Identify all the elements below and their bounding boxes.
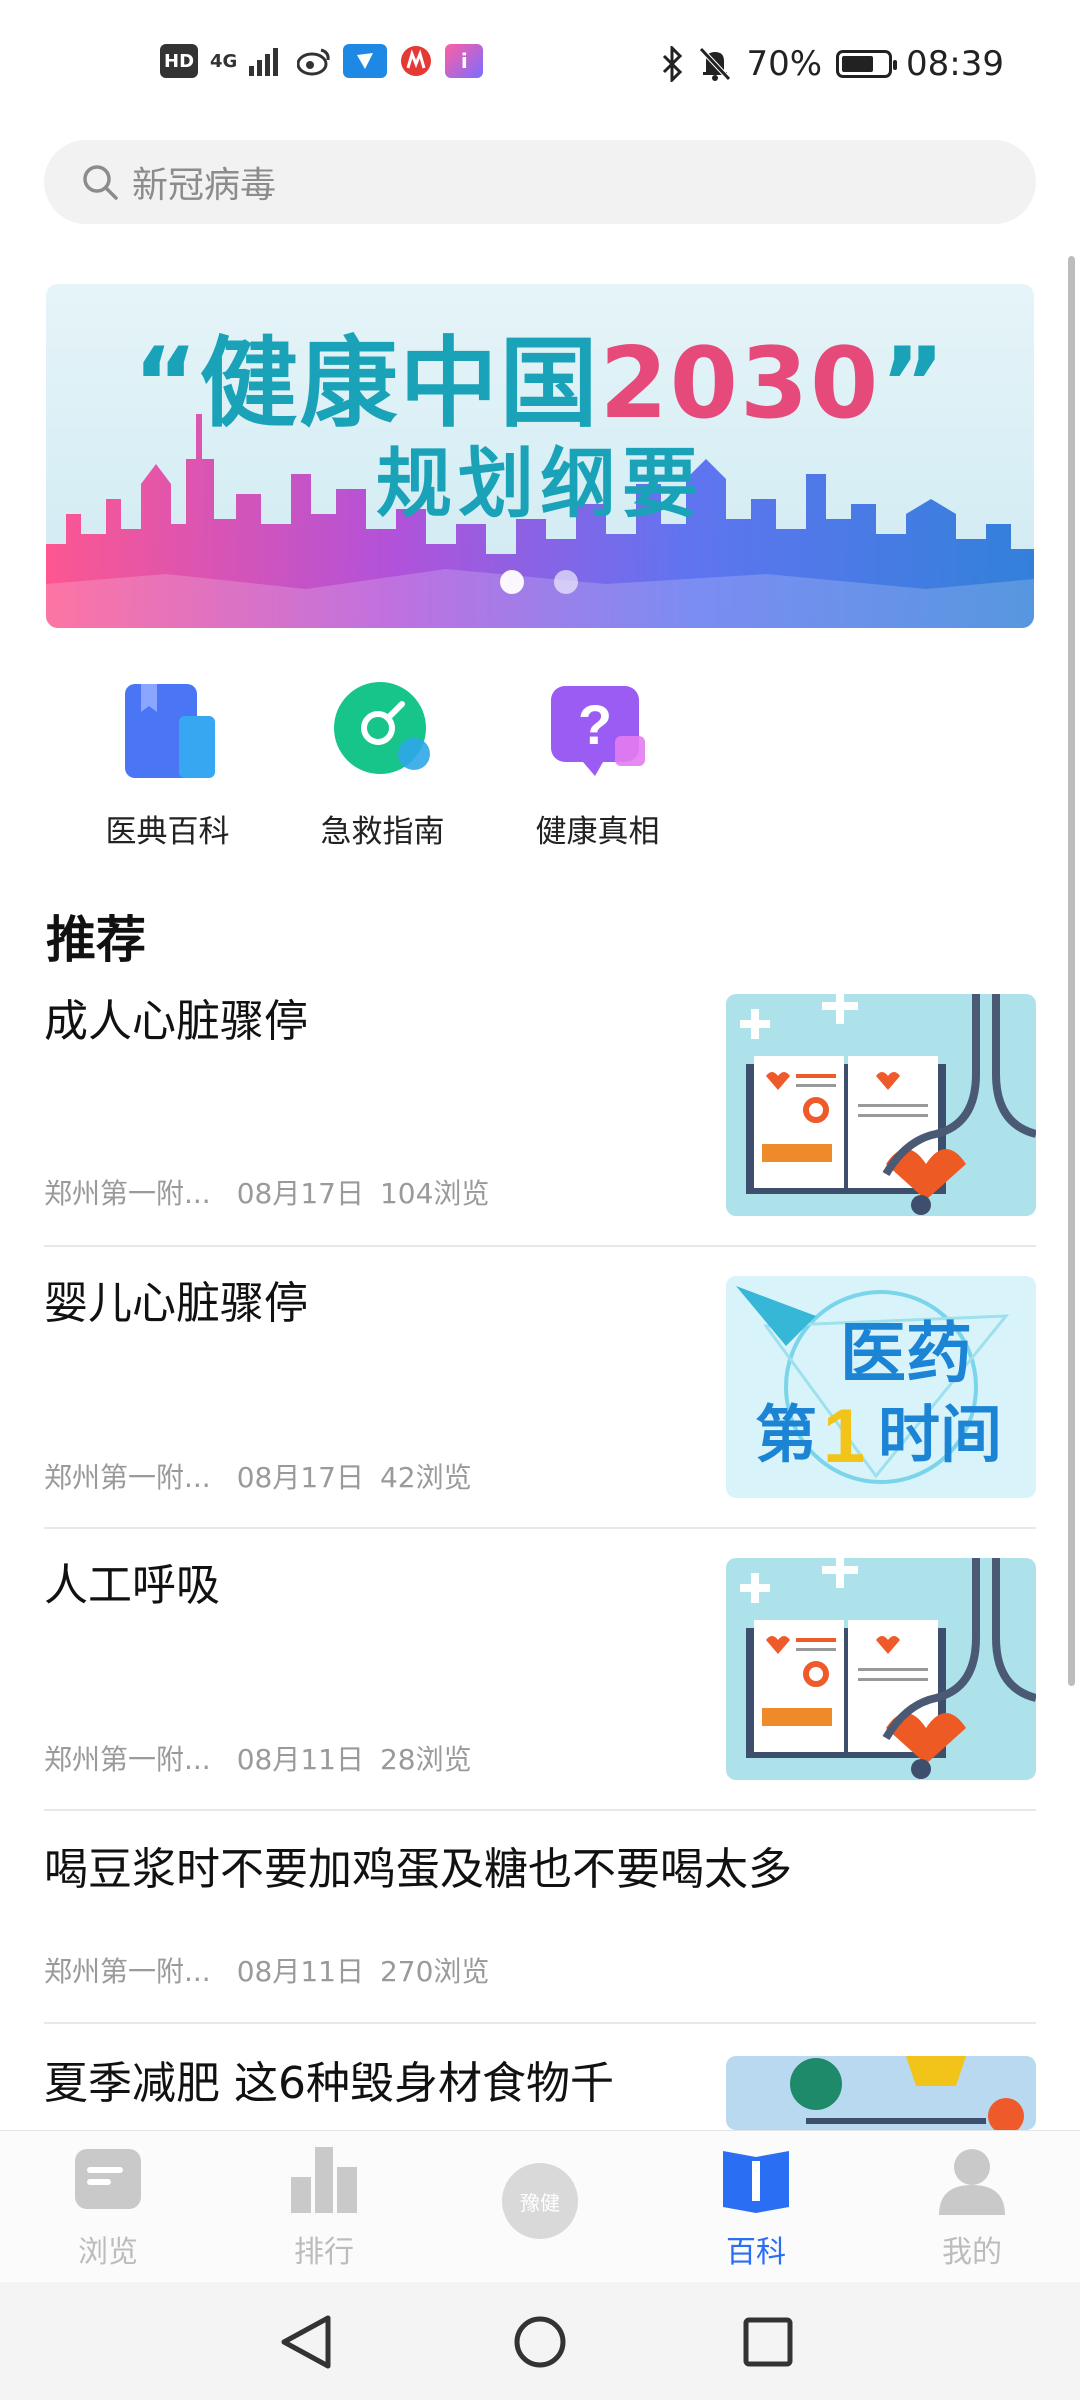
article-source: 郑州第一附... — [44, 1955, 211, 1988]
first-aid-icon — [333, 682, 430, 774]
quick-action-label: 健康真相 — [535, 814, 660, 850]
divider — [44, 1809, 1036, 1811]
article-meta: 郑州第一附... 08月17日 42浏览 — [44, 1456, 472, 1496]
nav-label: 浏览 — [78, 2235, 138, 2270]
section-title: 推荐 — [46, 911, 146, 969]
article-item[interactable]: 婴儿心脏骤停 郑州第一附... 08月17日 42浏览 医药 第 1 时间 — [44, 1276, 1036, 1498]
medical-book-thumb — [726, 1558, 1036, 1780]
status-right: 70% 08:39 — [660, 44, 1004, 84]
clock: 08:39 — [906, 44, 1004, 84]
network-4g-icon: 4G — [210, 50, 238, 72]
center-logo-icon: 豫健 — [502, 2163, 578, 2239]
article-item[interactable]: 成人心脏骤停 郑州第一附... 08月17日 104浏览 — [44, 994, 1036, 1216]
article-title: 喝豆浆时不要加鸡蛋及糖也不要喝太多 — [44, 1844, 792, 1895]
search-placeholder: 新冠病毒 — [132, 165, 277, 206]
app-icon-i: i — [445, 44, 484, 78]
article-date: 08月11日 — [236, 1955, 364, 1988]
carousel-dot[interactable] — [554, 570, 578, 594]
article-title: 夏季减肥 这6种毁身材食物千 — [44, 2058, 614, 2109]
book-icon — [124, 684, 215, 778]
battery-icon — [836, 50, 898, 78]
article-title: 婴儿心脏骤停 — [44, 1278, 308, 1329]
search-bar[interactable]: 新冠病毒 — [44, 140, 1036, 224]
article-title: 成人心脏骤停 — [44, 996, 308, 1047]
home-icon[interactable] — [502, 2304, 578, 2380]
article-views: 28浏览 — [379, 1743, 472, 1776]
status-bar: HD 4G i 70% 08:39 — [0, 0, 1080, 130]
bottom-nav: 浏览 排行 豫健 百科 我的 — [0, 2130, 1080, 2281]
nav-item-profile[interactable]: 我的 — [902, 2143, 1042, 2271]
article-item[interactable]: 喝豆浆时不要加鸡蛋及糖也不要喝太多 郑州第一附... 08月11日 270浏览 — [44, 1842, 1036, 1988]
recents-icon[interactable] — [730, 2304, 806, 2380]
bluetooth-icon — [663, 46, 683, 82]
search-icon — [83, 165, 118, 200]
carousel-dots — [500, 570, 578, 594]
article-item[interactable]: 人工呼吸 郑州第一附... 08月11日 28浏览 — [44, 1558, 1036, 1780]
question-icon: ? — [550, 686, 645, 776]
article-meta: 郑州第一附... 08月17日 104浏览 — [44, 1172, 489, 1212]
article-date: 08月17日 — [236, 1177, 364, 1210]
status-left-icons: HD 4G i — [160, 44, 484, 78]
quick-action-label: 急救指南 — [320, 814, 445, 850]
svg-text:医药: 医药 — [840, 1315, 972, 1392]
quick-action-first-aid[interactable]: 急救指南 — [275, 676, 490, 851]
divider — [44, 1245, 1036, 1247]
nav-label: 排行 — [294, 2235, 354, 2270]
quick-actions: 医典百科 急救指南 ? 健康真相 — [60, 676, 705, 851]
profile-icon — [939, 2149, 1005, 2215]
mute-bell-icon — [699, 47, 732, 81]
nav-label: 我的 — [942, 2235, 1002, 2270]
quick-action-encyclopedia[interactable]: 医典百科 — [60, 676, 275, 851]
article-meta: 郑州第一附... 08月11日 28浏览 — [44, 1738, 472, 1778]
browse-icon — [75, 2149, 141, 2209]
article-views: 42浏览 — [379, 1461, 472, 1494]
nav-item-ranking[interactable]: 排行 — [254, 2143, 394, 2271]
divider — [44, 1527, 1036, 1529]
encyclopedia-icon — [723, 2151, 789, 2213]
svg-text:时间: 时间 — [878, 1398, 1002, 1471]
yiyao-thumb: 医药 第 1 时间 — [726, 1276, 1036, 1498]
food-thumb — [726, 2056, 1036, 2130]
back-icon[interactable] — [270, 2304, 346, 2380]
divider — [44, 2022, 1036, 2024]
battery-percent: 70% — [746, 44, 823, 84]
ranking-icon — [291, 2147, 357, 2213]
article-views: 270浏览 — [379, 1955, 490, 1988]
nav-item-browse[interactable]: 浏览 — [38, 2143, 178, 2271]
quick-action-label: 医典百科 — [105, 814, 230, 850]
article-source: 郑州第一附... — [44, 1743, 211, 1776]
scroll-indicator[interactable] — [1068, 256, 1075, 1686]
weibo-icon — [297, 48, 330, 76]
svg-text:?: ? — [577, 693, 611, 756]
article-views: 104浏览 — [379, 1177, 490, 1210]
hd-icon: HD — [160, 44, 199, 78]
nav-item-center[interactable]: 豫健 — [470, 2143, 610, 2239]
article-date: 08月17日 — [236, 1461, 364, 1494]
metro-icon — [401, 46, 432, 76]
article-item[interactable]: 夏季减肥 这6种毁身材食物千 — [44, 2056, 1036, 2130]
svg-text:第: 第 — [755, 1398, 817, 1471]
article-title: 人工呼吸 — [44, 1560, 220, 1611]
nav-item-encyclopedia[interactable]: 百科 — [686, 2143, 826, 2271]
article-meta: 郑州第一附... 08月11日 270浏览 — [44, 1950, 489, 1990]
article-date: 08月11日 — [236, 1743, 364, 1776]
article-source: 郑州第一附... — [44, 1461, 211, 1494]
carousel-dot-active[interactable] — [500, 570, 524, 594]
svg-text:1: 1 — [823, 1394, 865, 1479]
banner-title-line2: 规划纲要 — [376, 439, 704, 528]
article-source: 郑州第一附... — [44, 1177, 211, 1210]
nav-label: 百科 — [726, 2235, 786, 2270]
medical-book-thumb — [726, 994, 1036, 1216]
quick-action-health-truth[interactable]: ? 健康真相 — [490, 676, 705, 851]
signal-icon — [249, 48, 279, 76]
system-nav-bar — [0, 2282, 1080, 2400]
app-icon-blue — [343, 44, 388, 78]
